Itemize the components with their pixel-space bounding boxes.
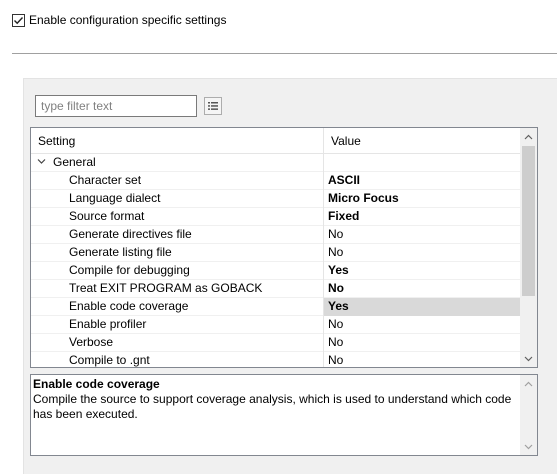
setting-name: Generate directives file bbox=[31, 226, 324, 244]
group-row-general[interactable]: General bbox=[31, 154, 520, 172]
settings-table: Setting Value General Character set ASCII… bbox=[30, 127, 538, 368]
enable-config-settings-label[interactable]: Enable configuration specific settings bbox=[29, 13, 226, 27]
checkmark-icon bbox=[14, 16, 24, 24]
table-row[interactable]: Enable code coverage Yes bbox=[31, 298, 520, 316]
setting-name: Enable code coverage bbox=[31, 298, 324, 316]
description-scrollbar[interactable] bbox=[520, 375, 537, 455]
setting-value[interactable]: No bbox=[324, 316, 520, 334]
table-header: Setting Value bbox=[31, 128, 520, 154]
description-text: Compile the source to support coverage a… bbox=[33, 392, 512, 421]
setting-value[interactable]: No bbox=[324, 334, 520, 352]
description-panel: Enable code coverage Compile the source … bbox=[30, 374, 538, 456]
setting-value[interactable]: Yes bbox=[324, 298, 520, 316]
table-row[interactable]: Treat EXIT PROGRAM as GOBACK No bbox=[31, 280, 520, 298]
setting-name: Compile for debugging bbox=[31, 262, 324, 280]
setting-value[interactable]: Micro Focus bbox=[324, 190, 520, 208]
table-row[interactable]: Compile for debugging Yes bbox=[31, 262, 520, 280]
table-row[interactable]: Language dialect Micro Focus bbox=[31, 190, 520, 208]
column-header-setting[interactable]: Setting bbox=[31, 128, 324, 154]
setting-value[interactable]: ASCII bbox=[324, 172, 520, 190]
chevron-down-icon[interactable] bbox=[37, 154, 53, 171]
filter-options-button[interactable] bbox=[204, 97, 222, 115]
setting-value[interactable]: No bbox=[324, 226, 520, 244]
setting-name: Enable profiler bbox=[31, 316, 324, 334]
description-title: Enable code coverage bbox=[33, 377, 160, 391]
scrollbar-thumb[interactable] bbox=[522, 146, 535, 296]
setting-name: Verbose bbox=[31, 334, 324, 352]
scroll-down-arrow-icon[interactable] bbox=[520, 350, 537, 367]
setting-name: Generate listing file bbox=[31, 244, 324, 262]
group-label: General bbox=[53, 155, 96, 169]
table-row[interactable]: Compile to .gnt No bbox=[31, 352, 520, 367]
table-row[interactable]: Verbose No bbox=[31, 334, 520, 352]
scroll-up-arrow-icon[interactable] bbox=[520, 375, 537, 392]
enable-config-settings-checkbox[interactable] bbox=[12, 13, 25, 27]
scroll-up-arrow-icon[interactable] bbox=[520, 128, 537, 145]
setting-value[interactable]: No bbox=[324, 280, 520, 298]
separator bbox=[12, 53, 557, 54]
setting-name: Treat EXIT PROGRAM as GOBACK bbox=[31, 280, 324, 298]
filter-options-icon bbox=[208, 102, 218, 110]
setting-name: Character set bbox=[31, 172, 324, 190]
column-header-value[interactable]: Value bbox=[324, 128, 520, 154]
setting-name: Compile to .gnt bbox=[31, 352, 324, 367]
table-row[interactable]: Generate listing file No bbox=[31, 244, 520, 262]
enable-config-settings-checkbox-row[interactable]: Enable configuration specific settings bbox=[12, 11, 226, 29]
table-row[interactable]: Enable profiler No bbox=[31, 316, 520, 334]
table-row[interactable]: Source format Fixed bbox=[31, 208, 520, 226]
setting-name: Language dialect bbox=[31, 190, 324, 208]
filter-input[interactable] bbox=[35, 95, 197, 117]
setting-value[interactable]: Fixed bbox=[324, 208, 520, 226]
setting-value[interactable]: No bbox=[324, 352, 520, 367]
table-scrollbar[interactable] bbox=[520, 128, 537, 367]
scroll-down-arrow-icon[interactable] bbox=[520, 438, 537, 455]
setting-value[interactable]: Yes bbox=[324, 262, 520, 280]
setting-name: Source format bbox=[31, 208, 324, 226]
table-rows: General Character set ASCII Language diale… bbox=[31, 154, 520, 367]
setting-value[interactable]: No bbox=[324, 244, 520, 262]
table-row[interactable]: Generate directives file No bbox=[31, 226, 520, 244]
table-row[interactable]: Character set ASCII bbox=[31, 172, 520, 190]
